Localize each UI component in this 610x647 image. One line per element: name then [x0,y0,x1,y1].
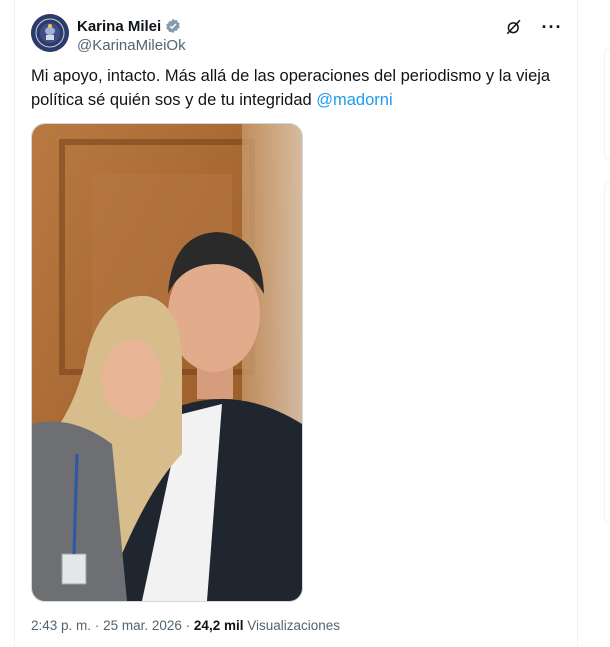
mention-link[interactable]: @madorni [316,91,392,109]
tweet-photo[interactable] [31,123,303,602]
footer-separator: · [94,618,100,633]
views-label: Visualizaciones [247,618,341,633]
grok-icon[interactable] [503,16,525,38]
photo-image [32,124,302,601]
author-display-name[interactable]: Karina Milei [77,18,161,35]
tweet-container: Karina Milei @KarinaMileiOk ··· Mi apoyo… [14,0,578,647]
tweet-actions: ··· [503,16,563,38]
tweet-date[interactable]: 25 mar. 2026 [103,618,182,633]
verified-badge-icon [165,18,181,34]
side-card-top [604,48,610,160]
author-handle[interactable]: @KarinaMileiOk [77,37,186,54]
presidential-seal-icon [31,14,69,52]
tweet-header: Karina Milei @KarinaMileiOk ··· [31,14,563,56]
side-card-bottom [604,182,610,524]
tweet-body: Mi apoyo, intacto. Más allá de las opera… [31,67,551,109]
author-avatar[interactable] [31,14,69,52]
more-options-icon[interactable]: ··· [541,16,563,38]
footer-separator-2: · [185,618,191,633]
author-names: Karina Milei @KarinaMileiOk [77,16,186,55]
tweet-footer: 2:43 p. m. · 25 mar. 2026 · 24,2 mil Vis… [31,618,340,633]
views-count: 24,2 mil [193,618,244,633]
tweet-time[interactable]: 2:43 p. m. [31,618,91,633]
tweet-text: Mi apoyo, intacto. Más allá de las opera… [31,64,561,112]
